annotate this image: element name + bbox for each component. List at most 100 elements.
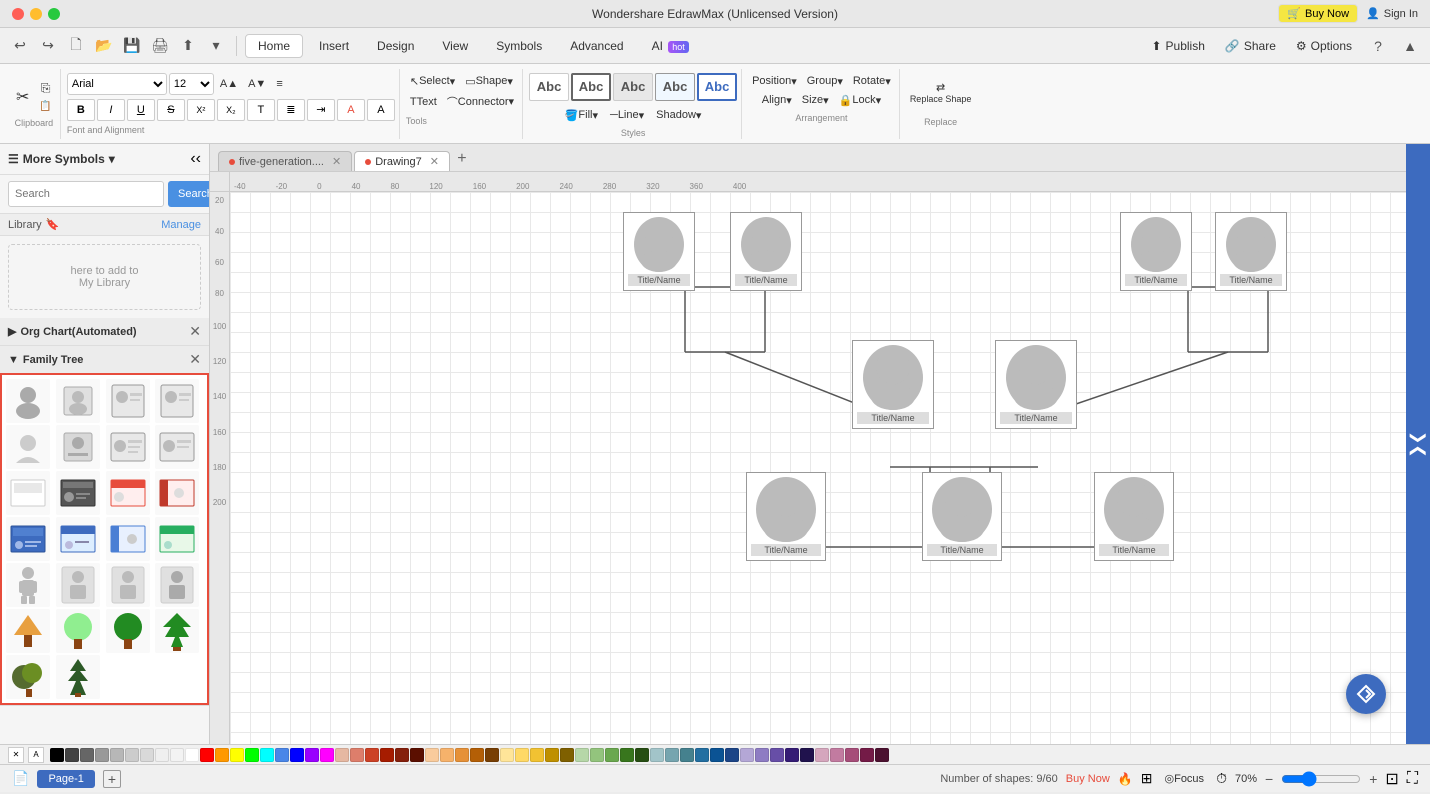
tab-symbols[interactable]: Symbols <box>484 35 554 57</box>
rotate-button[interactable]: Rotate▾ <box>849 73 895 90</box>
color-swatch[interactable] <box>80 748 94 762</box>
symbol-tree-4[interactable] <box>155 609 199 653</box>
symbol-card-blue-3[interactable] <box>106 517 150 561</box>
color-swatch[interactable] <box>845 748 859 762</box>
color-swatch[interactable] <box>620 748 634 762</box>
ft-node-3[interactable]: Title/Name <box>1120 212 1192 291</box>
style-sample-1[interactable]: Abc <box>529 73 569 101</box>
redo-button[interactable]: ↪ <box>36 34 60 58</box>
color-swatch[interactable] <box>200 748 214 762</box>
help-button[interactable]: ? <box>1366 34 1390 58</box>
search-input[interactable] <box>8 181 164 207</box>
symbol-silhouette-4[interactable] <box>155 563 199 607</box>
share-button[interactable]: 🔗 Share <box>1219 36 1282 56</box>
color-swatch[interactable] <box>710 748 724 762</box>
org-chart-close[interactable]: ✕ <box>189 323 201 340</box>
symbol-person-2[interactable] <box>56 379 100 423</box>
size-button[interactable]: Size▾ <box>798 92 833 109</box>
color-swatch[interactable] <box>275 748 289 762</box>
color-swatch[interactable] <box>515 748 529 762</box>
ft-node-5[interactable]: Title/Name <box>852 340 934 429</box>
color-swatch[interactable] <box>290 748 304 762</box>
drawing-canvas[interactable]: Title/Name Title/Name <box>230 192 1406 744</box>
symbol-card-white-1[interactable] <box>6 471 50 515</box>
color-swatch[interactable] <box>560 748 574 762</box>
tab-design[interactable]: Design <box>365 35 426 57</box>
dropdown-button[interactable]: ▾ <box>204 34 228 58</box>
font-size-select[interactable]: 12 <box>169 73 214 95</box>
symbol-person-4[interactable] <box>155 379 199 423</box>
search-button[interactable]: Search <box>168 181 210 207</box>
minimize-button[interactable] <box>30 8 42 20</box>
symbol-card-blue-1[interactable] <box>6 517 50 561</box>
add-tab-button[interactable]: + <box>452 149 472 169</box>
color-swatch[interactable] <box>755 748 769 762</box>
style-sample-2[interactable]: Abc <box>571 73 611 101</box>
tab-ai[interactable]: AI hot <box>640 35 701 57</box>
color-swatch[interactable] <box>740 748 754 762</box>
symbol-person-1[interactable] <box>6 379 50 423</box>
symbol-silhouette-3[interactable] <box>106 563 150 607</box>
focus-button[interactable]: ◎ Focus <box>1160 770 1208 787</box>
color-swatch[interactable] <box>380 748 394 762</box>
auto-color-button[interactable]: A <box>28 747 44 763</box>
color-swatch[interactable] <box>350 748 364 762</box>
print-button[interactable]: 🖨 <box>148 34 172 58</box>
shape-button[interactable]: ▭ Shape ▾ <box>461 73 517 90</box>
publish-button[interactable]: ⬆ Publish <box>1145 36 1210 56</box>
color-swatch[interactable] <box>125 748 139 762</box>
color-swatch[interactable] <box>185 748 199 762</box>
symbol-card-blue-2[interactable] <box>56 517 100 561</box>
color-swatch[interactable] <box>50 748 64 762</box>
symbol-tree-3[interactable] <box>106 609 150 653</box>
increase-font-button[interactable]: A▲ <box>216 76 242 92</box>
tab-insert[interactable]: Insert <box>307 35 361 57</box>
font-color-button[interactable]: A <box>337 99 365 121</box>
symbol-card-dark-1[interactable] <box>56 471 100 515</box>
color-swatch[interactable] <box>320 748 334 762</box>
fill-button[interactable]: 🪣 Fill▾ <box>561 107 602 124</box>
tab-drawing7[interactable]: Drawing7 ✕ <box>354 151 450 171</box>
fullscreen-button[interactable]: ⛶ <box>1407 770 1418 788</box>
ft-node-6[interactable]: Title/Name <box>995 340 1077 429</box>
ft-node-9[interactable]: Title/Name <box>1094 472 1174 561</box>
color-swatch[interactable] <box>680 748 694 762</box>
paste-button[interactable]: 📋 <box>35 99 55 114</box>
tab-close-2[interactable]: ✕ <box>430 155 439 168</box>
symbol-card-green-1[interactable] <box>155 517 199 561</box>
ft-node-7[interactable]: Title/Name <box>746 472 826 561</box>
symbol-id-card-2[interactable] <box>155 425 199 469</box>
color-swatch[interactable] <box>770 748 784 762</box>
clock-button[interactable]: ⏱ <box>1216 770 1227 787</box>
add-page-button[interactable]: + <box>103 770 121 788</box>
color-swatch[interactable] <box>875 748 889 762</box>
zoom-slider[interactable] <box>1281 771 1361 787</box>
text-button[interactable]: T Text <box>406 94 441 110</box>
group-button[interactable]: Group▾ <box>803 73 847 90</box>
symbol-person-5[interactable] <box>6 425 50 469</box>
symbol-person-3[interactable] <box>106 379 150 423</box>
color-swatch[interactable] <box>470 748 484 762</box>
line-button[interactable]: ─ Line▾ <box>606 107 648 124</box>
symbol-silhouette-2[interactable] <box>56 563 100 607</box>
underline-button[interactable]: U <box>127 99 155 121</box>
align-button[interactable]: ≡ <box>272 76 286 92</box>
ft-node-1[interactable]: Title/Name <box>623 212 695 291</box>
symbol-person-6[interactable] <box>56 425 100 469</box>
color-swatch[interactable] <box>245 748 259 762</box>
color-swatch[interactable] <box>695 748 709 762</box>
strikethrough-button[interactable]: S <box>157 99 185 121</box>
indent-button[interactable]: ⇥ <box>307 99 335 121</box>
ft-node-4[interactable]: Title/Name <box>1215 212 1287 291</box>
color-swatch[interactable] <box>110 748 124 762</box>
color-swatch[interactable] <box>500 748 514 762</box>
ft-node-8[interactable]: Title/Name <box>922 472 1002 561</box>
color-swatch[interactable] <box>575 748 589 762</box>
symbol-card-red-1[interactable] <box>106 471 150 515</box>
style-sample-3[interactable]: Abc <box>613 73 653 101</box>
color-swatch[interactable] <box>605 748 619 762</box>
color-swatch[interactable] <box>545 748 559 762</box>
no-color-button[interactable]: ✕ <box>8 747 24 763</box>
text-dir-button[interactable]: T <box>247 99 275 121</box>
color-swatch[interactable] <box>635 748 649 762</box>
